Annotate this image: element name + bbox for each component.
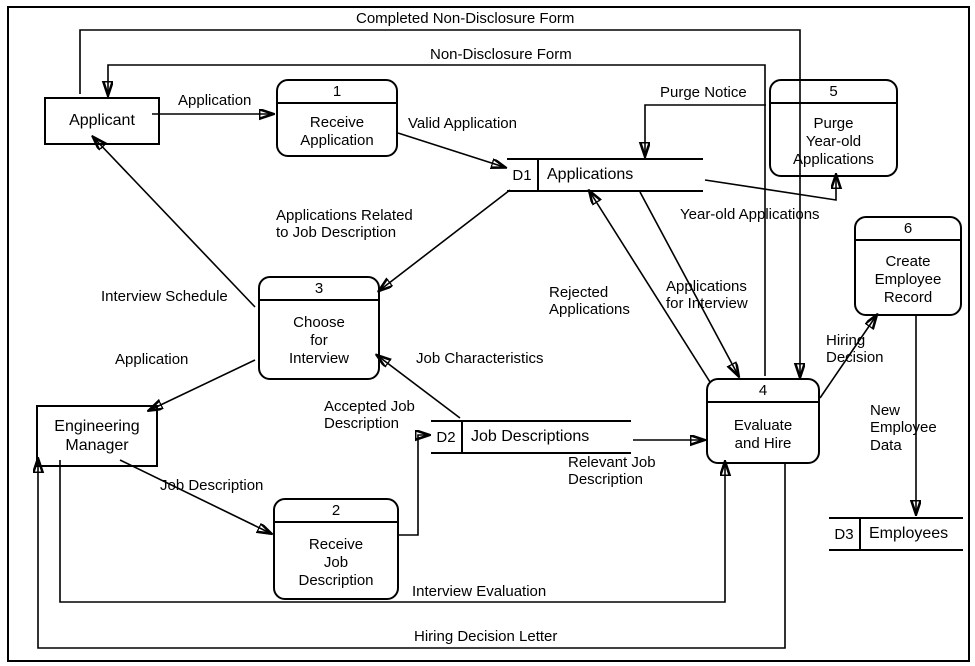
process-4-name: Evaluate and Hire <box>708 403 818 467</box>
label-interview-sched: Interview Schedule <box>101 288 228 305</box>
process-2-name: Receive Job Description <box>275 523 397 603</box>
label-interview-eval: Interview Evaluation <box>412 583 546 600</box>
process-3-name: Choose for Interview <box>260 301 378 381</box>
dfd-diagram: Applicant Engineering Manager 1 Receive … <box>0 0 975 666</box>
label-completed-ndf: Completed Non-Disclosure Form <box>356 10 574 27</box>
process-2-num: 2 <box>275 500 397 523</box>
label-apps-related: Applications Related to Job Description <box>276 207 413 242</box>
process-3-num: 3 <box>260 278 378 301</box>
process-3: 3 Choose for Interview <box>258 276 380 380</box>
entity-eng-mgr: Engineering Manager <box>36 405 158 467</box>
process-1-num: 1 <box>278 81 396 104</box>
datastore-d1-key: D1 <box>507 160 539 190</box>
process-6-num: 6 <box>856 218 960 241</box>
datastore-d3: D3 Employees <box>829 517 963 551</box>
process-6-name: Create Employee Record <box>856 241 960 319</box>
process-4: 4 Evaluate and Hire <box>706 378 820 464</box>
label-application: Application <box>178 92 251 109</box>
entity-applicant: Applicant <box>44 97 160 145</box>
process-1-name: Receive Application <box>278 104 396 160</box>
label-year-old: Year-old Applications <box>680 206 820 223</box>
process-6: 6 Create Employee Record <box>854 216 962 316</box>
label-accepted-jd: Accepted Job Description <box>324 398 415 433</box>
label-job-desc: Job Description <box>160 477 263 494</box>
label-hiring-letter: Hiring Decision Letter <box>414 628 557 645</box>
label-purge-notice: Purge Notice <box>660 84 747 101</box>
process-1: 1 Receive Application <box>276 79 398 157</box>
process-2: 2 Receive Job Description <box>273 498 399 600</box>
label-rejected: Rejected Applications <box>549 284 630 319</box>
datastore-d3-key: D3 <box>829 519 861 549</box>
datastore-d2-key: D2 <box>431 422 463 452</box>
label-valid-app: Valid Application <box>408 115 517 132</box>
label-job-chars: Job Characteristics <box>416 350 544 367</box>
label-ndf: Non-Disclosure Form <box>430 46 572 63</box>
datastore-d2: D2 Job Descriptions <box>431 420 631 454</box>
label-new-emp: New Employee Data <box>870 402 937 454</box>
datastore-d1: D1 Applications <box>507 158 703 192</box>
process-5-name: Purge Year-old Applications <box>771 104 896 180</box>
datastore-d2-name: Job Descriptions <box>463 422 597 452</box>
label-application2: Application <box>115 351 188 368</box>
process-5: 5 Purge Year-old Applications <box>769 79 898 177</box>
datastore-d3-name: Employees <box>861 519 956 549</box>
process-5-num: 5 <box>771 81 896 104</box>
process-4-num: 4 <box>708 380 818 403</box>
label-hiring-dec: Hiring Decision <box>826 332 884 367</box>
label-relevant-jd: Relevant Job Description <box>568 454 656 489</box>
datastore-d1-name: Applications <box>539 160 641 190</box>
label-apps-for-int: Applications for Interview <box>666 278 748 313</box>
